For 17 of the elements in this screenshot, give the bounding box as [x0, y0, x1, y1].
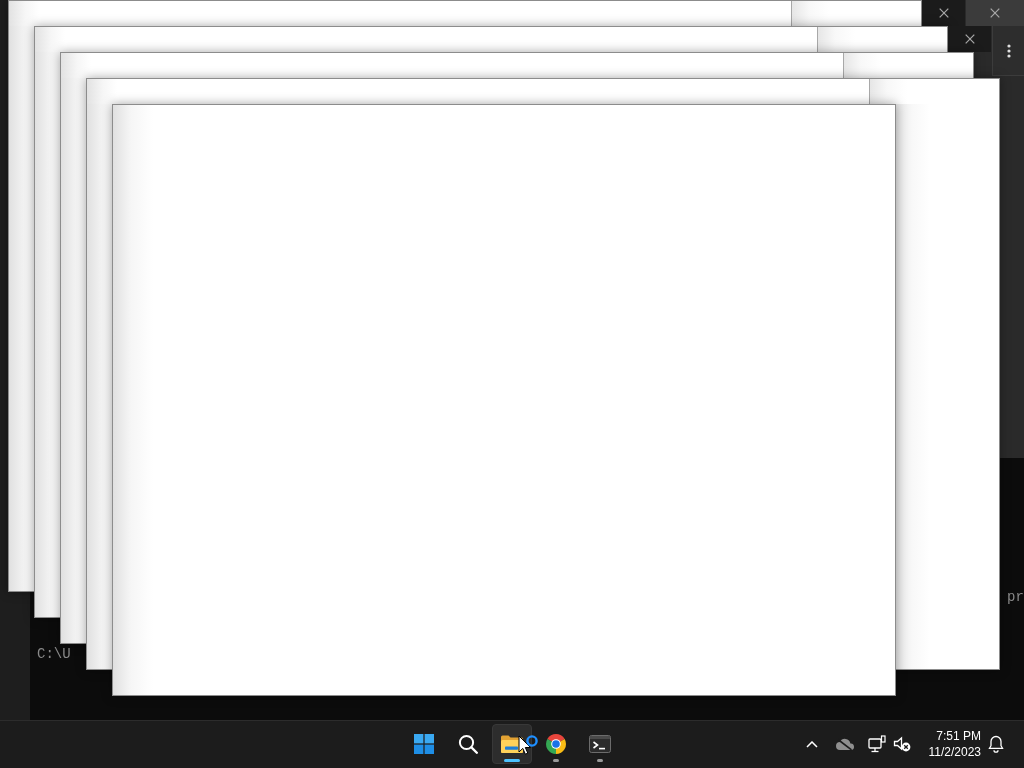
terminal-text: pr: [1007, 589, 1024, 605]
terminal-text: C:\U: [37, 646, 71, 662]
chevron-up-icon: [806, 740, 818, 748]
taskbar-app-button[interactable]: [492, 724, 532, 764]
close-icon: [964, 34, 975, 44]
more-icon: [1006, 43, 1011, 58]
network-icon: [868, 735, 886, 753]
close-icon: [990, 8, 1000, 18]
close-icon: [938, 8, 949, 18]
bell-icon: [988, 735, 1004, 753]
search-icon: [458, 734, 478, 754]
clock-button[interactable]: 7:51 PM 11/2/2023: [921, 724, 983, 764]
terminal-icon: [589, 735, 611, 753]
cloud-off-icon: [835, 737, 855, 751]
speaker-muted-icon: [893, 736, 911, 752]
four-squares-icon: [414, 734, 434, 754]
browser-icon: [545, 733, 567, 755]
